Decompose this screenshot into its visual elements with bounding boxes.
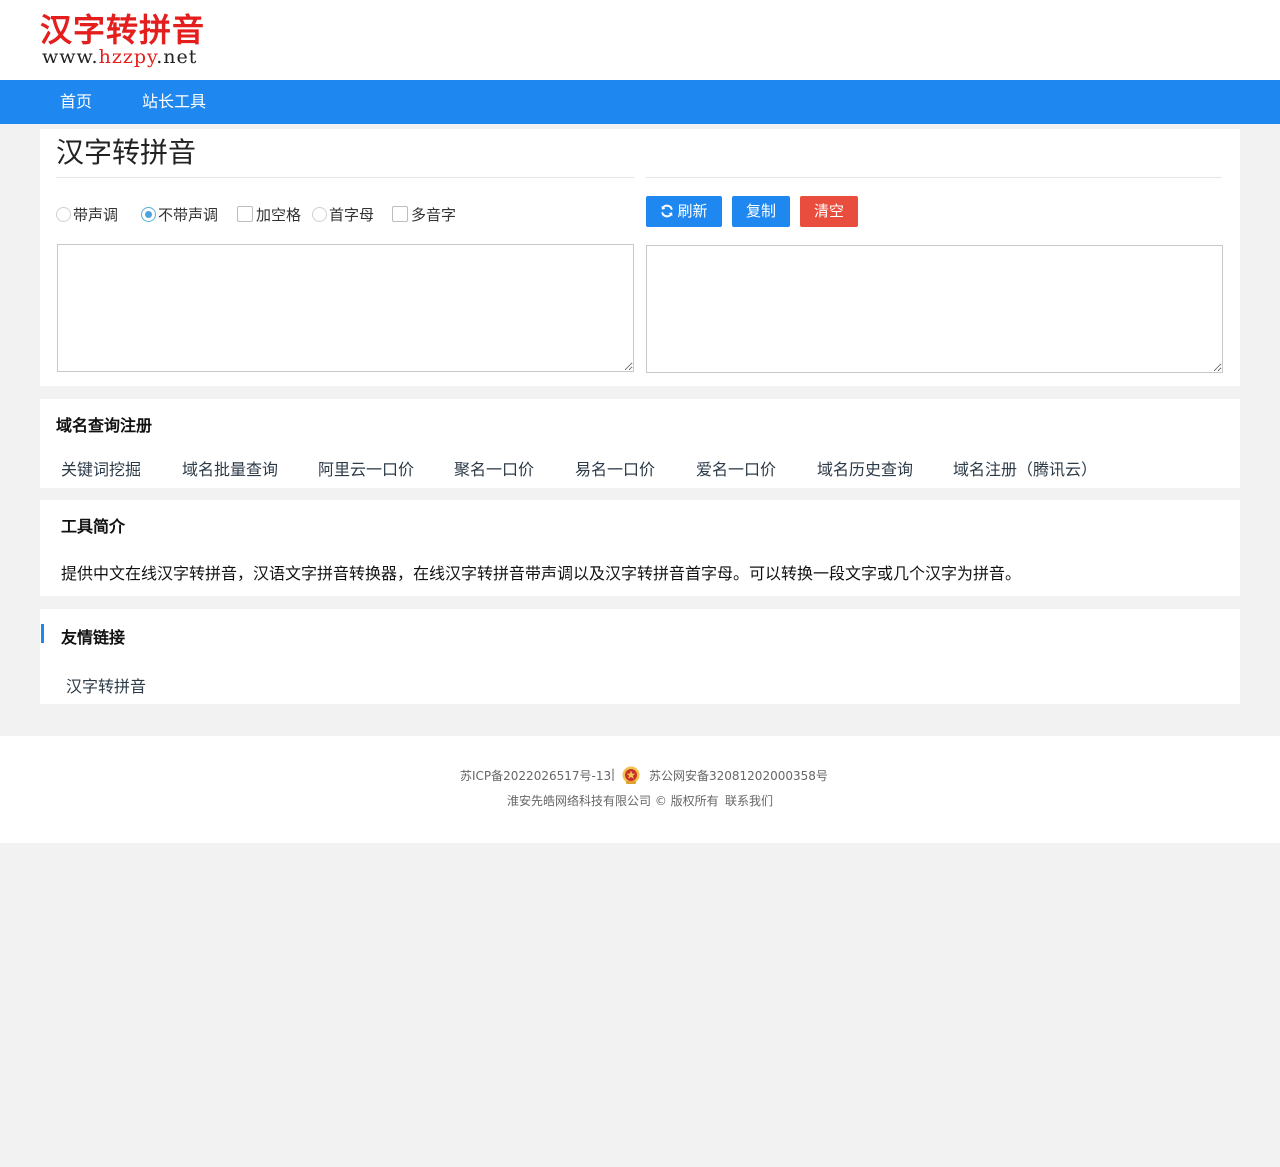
intro-text: 提供中文在线汉字转拼音，汉语文字拼音转换器，在线汉字转拼音带声调以及汉字转拼音首… — [61, 564, 1022, 583]
divider — [646, 177, 1222, 178]
radio-icon[interactable] — [56, 206, 71, 222]
refresh-button[interactable]: 刷新 — [646, 196, 722, 227]
friend-links-section — [40, 609, 1240, 704]
friend-links-title: 友情链接 — [61, 628, 126, 647]
copy-button[interactable]: 复制 — [732, 196, 790, 227]
logo-title: 汉字转拼音 — [40, 11, 206, 49]
icp-link[interactable]: 苏ICP备2022026517号-13 — [460, 767, 611, 784]
logo-url: www.hzzpy.net — [42, 46, 198, 68]
link-domain-history[interactable]: 域名历史查询 — [817, 456, 913, 480]
site-logo[interactable]: 汉字转拼音 www.hzzpy.net — [40, 10, 220, 70]
nav-home[interactable]: 首页 — [60, 80, 92, 124]
radio-icon[interactable] — [312, 206, 327, 222]
domain-section-title: 域名查询注册 — [56, 416, 153, 435]
police-badge-icon — [622, 766, 640, 784]
link-juming-fixed-price[interactable]: 聚名一口价 — [454, 456, 534, 480]
pinyin-output[interactable] — [646, 245, 1223, 373]
site-footer — [0, 736, 1280, 843]
footer-separator: | — [611, 767, 616, 781]
friend-link-item[interactable]: 汉字转拼音 — [66, 673, 146, 697]
option-without-tone[interactable]: 不带声调 — [141, 201, 218, 227]
radio-checked-icon[interactable] — [141, 206, 156, 222]
chinese-input[interactable] — [57, 244, 634, 372]
main-nav: 首页 站长工具 — [0, 80, 1280, 124]
option-add-space[interactable]: 加空格 — [237, 201, 301, 227]
site-header: 汉字转拼音 www.hzzpy.net — [0, 0, 1280, 80]
clear-button[interactable]: 清空 — [800, 196, 858, 227]
option-with-tone[interactable]: 带声调 — [56, 201, 118, 227]
link-batch-domain-query[interactable]: 域名批量查询 — [182, 456, 278, 480]
checkbox-icon[interactable] — [392, 206, 408, 222]
refresh-icon — [661, 204, 674, 218]
checkbox-icon[interactable] — [237, 206, 253, 222]
intro-section-title: 工具简介 — [61, 517, 126, 536]
link-aiming-fixed-price[interactable]: 爱名一口价 — [696, 456, 776, 480]
nav-webmaster-tools[interactable]: 站长工具 — [142, 80, 206, 124]
link-aliyun-fixed-price[interactable]: 阿里云一口价 — [318, 456, 414, 480]
page-title: 汉字转拼音 — [56, 136, 197, 169]
divider — [56, 177, 634, 178]
option-initials[interactable]: 首字母 — [312, 201, 374, 227]
link-keyword-mining[interactable]: 关键词挖掘 — [61, 456, 141, 480]
link-ename-fixed-price[interactable]: 易名一口价 — [575, 456, 655, 480]
copyright-text: 淮安先皓网络科技有限公司 © 版权所有 — [507, 794, 719, 808]
section-accent-bar — [41, 624, 44, 643]
option-polyphone[interactable]: 多音字 — [392, 201, 456, 227]
police-record-link[interactable]: 苏公网安备32081202000358号 — [649, 767, 828, 784]
link-domain-register-tencent[interactable]: 域名注册（腾讯云） — [953, 456, 1097, 480]
contact-link[interactable]: 联系我们 — [725, 792, 773, 809]
